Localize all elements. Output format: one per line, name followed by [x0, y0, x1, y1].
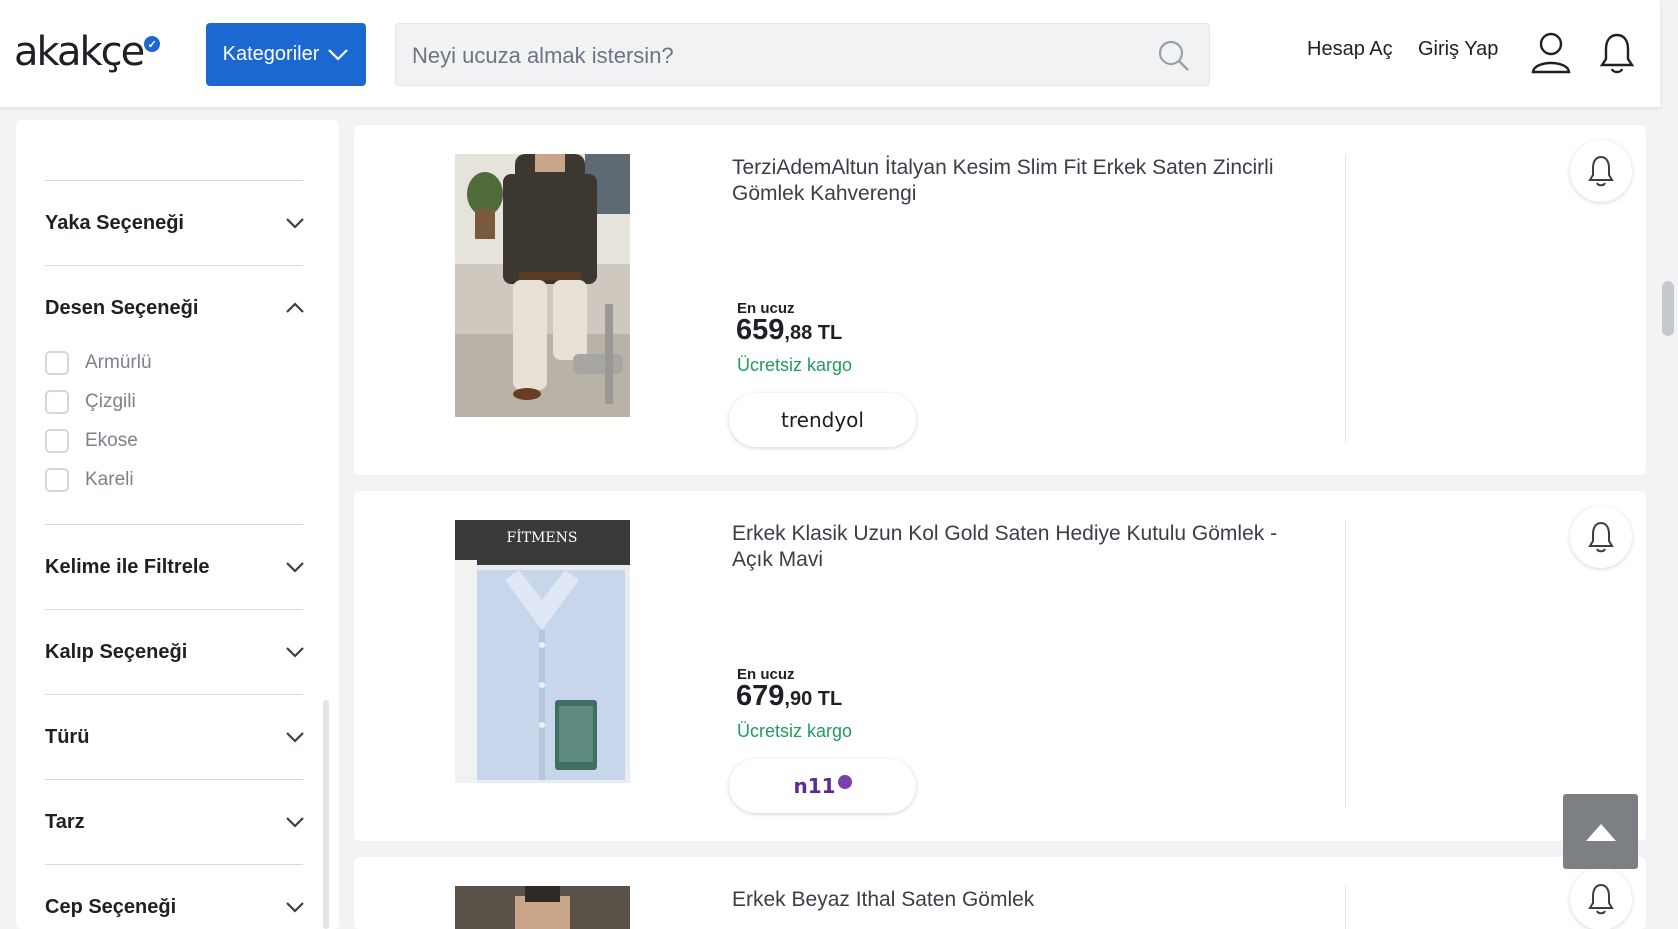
product-image[interactable]	[455, 886, 630, 929]
divider	[1345, 154, 1346, 442]
filter-cep-title[interactable]: Cep Seçeneği	[45, 896, 176, 919]
merchant-logo: trendyol	[781, 408, 864, 432]
filter-yaka-title[interactable]: Yaka Seçeneği	[45, 212, 184, 235]
divider	[45, 864, 303, 865]
option-label: Kareli	[85, 469, 134, 490]
product-title[interactable]: Erkek Klasik Uzun Kol Gold Saten Hediye …	[732, 521, 1322, 573]
chevron-down-icon[interactable]	[284, 641, 306, 663]
box-brand-text: FİTMENS	[507, 528, 578, 546]
product-photo-brown-shirt	[455, 154, 630, 417]
merchant-button-n11[interactable]: n11	[729, 759, 916, 813]
option-label: Armürlü	[85, 352, 152, 373]
price-main: 659	[736, 314, 785, 346]
product-title[interactable]: TerziAdemAltun İtalyan Kesim Slim Fit Er…	[732, 155, 1322, 207]
filter-option-armurlu[interactable]: Armürlü	[45, 349, 152, 377]
akakce-logo[interactable]: akakçe ✓	[14, 28, 161, 76]
price-alarm-button[interactable]	[1570, 506, 1632, 568]
scroll-to-top-button[interactable]	[1563, 794, 1638, 869]
merchant-button-trendyol[interactable]: trendyol	[729, 393, 916, 447]
checkbox[interactable]	[45, 429, 69, 453]
filter-option-kareli[interactable]: Kareli	[45, 466, 134, 494]
bell-icon	[1588, 155, 1614, 187]
chevron-up-icon[interactable]	[284, 297, 306, 319]
categories-label: Kategoriler	[222, 43, 320, 65]
product-photo-white-shirt	[455, 886, 630, 929]
price-fraction: ,90 TL	[784, 688, 843, 710]
price-fraction: ,88 TL	[784, 322, 843, 344]
filter-turu-title[interactable]: Türü	[45, 726, 89, 749]
logo-text: akakçe	[14, 29, 145, 75]
checkbox[interactable]	[45, 390, 69, 414]
chevron-down-icon[interactable]	[284, 811, 306, 833]
merchant-logo: n11	[793, 774, 836, 798]
n11-bug-icon	[837, 775, 852, 789]
notification-bell-icon[interactable]	[1599, 32, 1635, 74]
filter-kalip-title[interactable]: Kalıp Seçeneği	[45, 641, 187, 664]
product-card[interactable]: FİTMENS Erkek Klasik Uzun Kol Gold Saten…	[354, 491, 1646, 841]
divider	[45, 694, 303, 695]
product-image[interactable]	[455, 154, 630, 417]
chevron-down-icon[interactable]	[284, 556, 306, 578]
search-box	[395, 23, 1210, 87]
divider	[1345, 886, 1346, 929]
free-shipping-label: Ücretsiz kargo	[737, 355, 853, 375]
user-icon[interactable]	[1531, 32, 1571, 74]
divider	[1345, 520, 1346, 808]
checkbox[interactable]	[45, 468, 69, 492]
signup-link[interactable]: Hesap Aç	[1307, 38, 1393, 61]
categories-button[interactable]: Kategoriler	[206, 23, 366, 86]
divider	[45, 180, 303, 181]
verified-badge-icon: ✓	[144, 36, 161, 52]
option-label: Çizgili	[85, 391, 136, 412]
product-price: 659,88 TL	[736, 314, 842, 347]
product-card[interactable]: Erkek Beyaz Ithal Saten Gömlek	[354, 857, 1646, 929]
filter-sidebar: Yaka Seçeneği Desen Seçeneği Armürlü Çiz…	[16, 120, 339, 929]
price-alarm-button[interactable]	[1570, 140, 1632, 202]
filter-kelime-title[interactable]: Kelime ile Filtrele	[45, 556, 210, 579]
filter-tarz-title[interactable]: Tarz	[45, 811, 85, 834]
filter-option-cizgili[interactable]: Çizgili	[45, 388, 136, 416]
chevron-down-icon	[328, 48, 349, 61]
divider	[45, 524, 303, 525]
free-shipping-label: Ücretsiz kargo	[737, 721, 853, 741]
checkbox[interactable]	[45, 351, 69, 375]
divider	[45, 265, 303, 266]
search-input[interactable]	[410, 24, 1134, 87]
login-link[interactable]: Giriş Yap	[1418, 38, 1498, 61]
price-alarm-button[interactable]	[1570, 868, 1632, 929]
filter-desen-title[interactable]: Desen Seçeneği	[45, 297, 198, 320]
option-label: Ekose	[85, 430, 138, 451]
sidebar-scrollbar[interactable]	[323, 700, 329, 929]
product-photo-blue-shirt: FİTMENS	[455, 520, 630, 783]
product-title[interactable]: Erkek Beyaz Ithal Saten Gömlek	[732, 887, 1322, 913]
top-header: akakçe ✓ Kategoriler Hesap Aç Giriş Yap	[0, 0, 1660, 107]
divider	[45, 779, 303, 780]
chevron-down-icon[interactable]	[284, 212, 306, 234]
arrow-up-icon	[1585, 823, 1616, 841]
product-price: 679,90 TL	[736, 680, 842, 713]
divider	[45, 609, 303, 610]
price-main: 679	[736, 680, 785, 712]
filter-option-ekose[interactable]: Ekose	[45, 427, 138, 455]
product-card[interactable]: TerziAdemAltun İtalyan Kesim Slim Fit Er…	[354, 125, 1646, 475]
product-image[interactable]: FİTMENS	[455, 520, 630, 783]
page-scrollbar-thumb[interactable]	[1662, 281, 1674, 336]
chevron-down-icon[interactable]	[284, 726, 306, 748]
bell-icon	[1588, 883, 1614, 915]
bell-icon	[1588, 521, 1614, 553]
chevron-down-icon[interactable]	[284, 896, 306, 918]
search-icon[interactable]	[1157, 39, 1191, 73]
